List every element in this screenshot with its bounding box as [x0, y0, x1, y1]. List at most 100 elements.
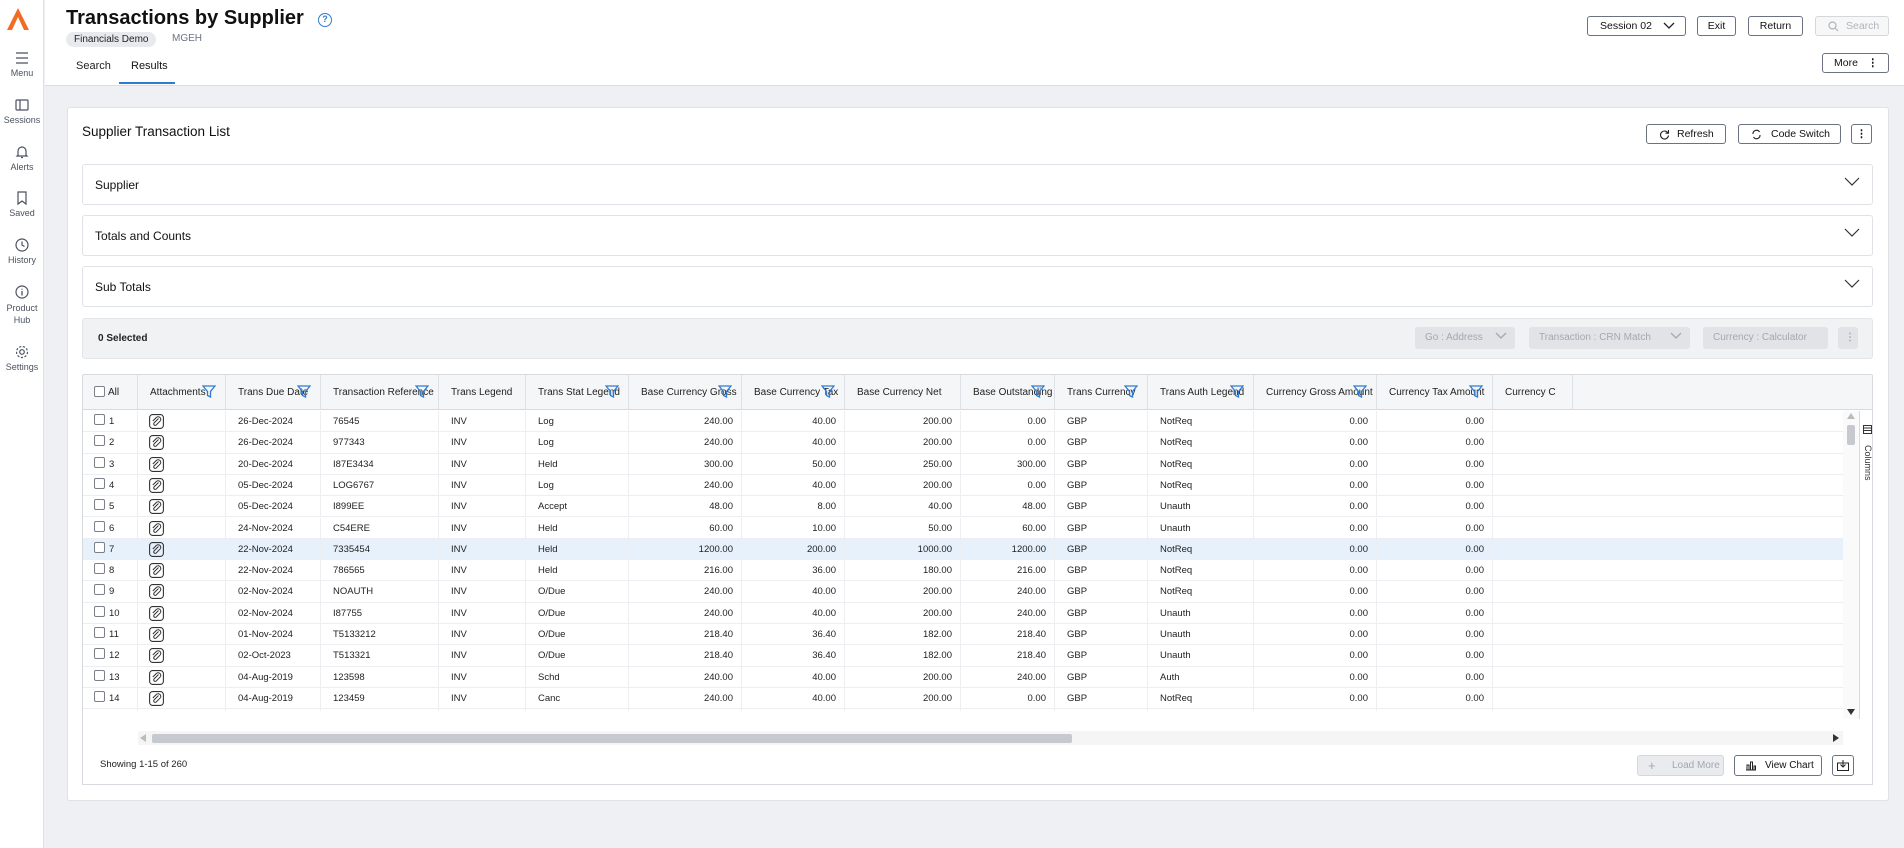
filter-icon[interactable] [1031, 385, 1045, 398]
table-row[interactable]: 10 02-Nov-2024 I87755 INV O/Due 240.00 40.00 20… [83, 602, 1843, 624]
accordion-totals-and-counts[interactable]: Totals and Counts [82, 215, 1873, 256]
nav-sessions[interactable]: Sessions [0, 97, 44, 125]
table-row[interactable]: 5 05-Dec-2024 I899EE INV Accept 48.00 8.00 40.0… [83, 496, 1843, 518]
select-all-checkbox[interactable] [94, 386, 105, 397]
app-logo[interactable] [5, 6, 31, 32]
export-button[interactable] [1832, 755, 1854, 776]
paperclip-icon[interactable] [149, 456, 164, 472]
table-row[interactable]: 3 20-Dec-2024 I87E3434 INV Held 300.00 50.00 25… [83, 453, 1843, 475]
tab-results[interactable]: Results [131, 60, 168, 72]
nav-product-hub[interactable]: Product Hub [0, 284, 44, 326]
horizontal-scroll-thumb[interactable] [152, 734, 1072, 743]
filter-icon[interactable] [297, 385, 311, 398]
table-row[interactable]: 2 26-Dec-2024 977343 INV Log 240.00 40.00 200.0… [83, 432, 1843, 454]
paperclip-icon[interactable] [149, 435, 164, 451]
table-row[interactable]: 13 04-Aug-2019 123598 INV Schd 240.00 40.00 200… [83, 666, 1843, 688]
row-checkbox[interactable] [94, 563, 105, 575]
column-header-base-currency-net[interactable]: Base Currency Net [845, 375, 961, 410]
table-row[interactable]: 11 01-Nov-2024 T5133212 INV O/Due 218.40 36.40… [83, 624, 1843, 646]
column-header-all[interactable]: All [83, 375, 138, 410]
row-checkbox[interactable] [94, 541, 105, 553]
columns-side-panel-toggle[interactable]: Columns [1859, 411, 1872, 719]
column-header-base-currency-gross[interactable]: Base Currency Gross [629, 375, 742, 410]
filter-icon[interactable] [821, 385, 835, 398]
help-icon[interactable]: ? [318, 13, 332, 27]
toolbar-kebab-button[interactable]: ⋮ [1838, 327, 1858, 349]
nav-menu[interactable]: Menu [0, 50, 44, 78]
paperclip-icon[interactable] [149, 627, 164, 642]
column-header-currency-gross-amount[interactable]: Currency Gross Amount [1254, 375, 1377, 410]
table-row[interactable]: 7 22-Nov-2024 7335454 INV Held 1200.00 200.00 1… [83, 538, 1843, 561]
crn-match-button[interactable]: Transaction : CRN Match [1529, 327, 1690, 349]
paperclip-icon[interactable] [149, 584, 164, 600]
paperclip-icon[interactable] [149, 690, 164, 706]
nav-alerts[interactable]: Alerts [0, 144, 44, 172]
paperclip-icon[interactable] [149, 605, 164, 621]
paperclip-icon[interactable] [149, 414, 164, 429]
row-checkbox[interactable] [94, 584, 105, 596]
column-header-trans-auth-legend[interactable]: Trans Auth Legend [1148, 375, 1254, 410]
row-checkbox[interactable] [94, 669, 105, 681]
row-checkbox[interactable] [94, 648, 105, 660]
filter-icon[interactable] [1230, 385, 1244, 398]
column-header-trans-currency[interactable]: Trans Currency [1055, 375, 1148, 410]
row-checkbox[interactable] [94, 627, 105, 638]
row-checkbox[interactable] [94, 456, 105, 468]
scroll-down-icon[interactable] [1847, 709, 1855, 715]
exit-button[interactable]: Exit [1697, 16, 1736, 36]
filter-icon[interactable] [605, 385, 619, 398]
filter-icon[interactable] [415, 385, 429, 398]
column-header-trans-stat-legend[interactable]: Trans Stat Legend [526, 375, 629, 410]
nav-history[interactable]: History [0, 237, 44, 265]
table-row[interactable]: 14 04-Aug-2019 123459 INV Canc 240.00 40.00 200… [83, 687, 1843, 710]
paperclip-icon[interactable] [149, 499, 164, 515]
paperclip-icon[interactable] [149, 563, 164, 579]
column-header-currency-tax-amount[interactable]: Currency Tax Amount [1377, 375, 1493, 410]
nav-saved[interactable]: Saved [0, 190, 44, 218]
session-select[interactable]: Session 02 [1587, 16, 1686, 36]
table-row[interactable]: 9 02-Nov-2024 NOAUTH INV O/Due 240.00 40.00 200… [83, 581, 1843, 603]
column-header-base-outstanding[interactable]: Base Outstanding [961, 375, 1055, 410]
vertical-scroll-thumb[interactable] [1847, 425, 1855, 445]
paperclip-icon[interactable] [149, 477, 164, 493]
column-header-trans-due-date[interactable]: Trans Due Date [226, 375, 321, 410]
table-row[interactable]: 6 24-Nov-2024 C54ERE INV Held 60.00 10.00 50.00… [83, 517, 1843, 539]
filter-icon[interactable] [1124, 385, 1138, 398]
row-checkbox[interactable] [94, 520, 105, 532]
paperclip-icon[interactable] [149, 648, 164, 664]
more-button[interactable]: More ⋮ [1822, 53, 1889, 73]
table-row[interactable]: 1 26-Dec-2024 76545 INV Log 240.00 40.00 200.00… [83, 411, 1843, 433]
scroll-right-icon[interactable] [1833, 734, 1839, 742]
paperclip-icon[interactable] [149, 520, 164, 536]
calculator-button[interactable]: Currency : Calculator [1703, 327, 1828, 349]
table-row[interactable]: 1526-Oct-2024I866223INVO/Due240.0040.002… [83, 709, 1843, 711]
row-checkbox[interactable] [94, 690, 105, 702]
tab-search[interactable]: Search [76, 60, 111, 72]
return-button[interactable]: Return [1748, 16, 1803, 36]
filter-icon[interactable] [718, 385, 732, 398]
table-row[interactable]: 4 05-Dec-2024 LOG6767 INV Log 240.00 40.00 200.… [83, 474, 1843, 497]
refresh-button[interactable]: Refresh [1646, 124, 1726, 144]
column-header-trans-legend[interactable]: Trans Legend [439, 375, 526, 410]
table-row[interactable]: 8 22-Nov-2024 786565 INV Held 216.00 36.00 180.… [83, 560, 1843, 582]
load-more-button[interactable]: + Load More [1637, 755, 1724, 776]
row-checkbox[interactable] [94, 414, 105, 425]
view-chart-button[interactable]: View Chart [1734, 755, 1822, 776]
vertical-scrollbar[interactable] [1843, 411, 1859, 719]
search-button[interactable]: Search [1815, 16, 1889, 36]
row-checkbox[interactable] [94, 435, 105, 447]
panel-kebab-button[interactable]: ⋮ [1851, 124, 1872, 144]
code-switch-button[interactable]: Code Switch [1738, 124, 1841, 144]
scroll-left-icon[interactable] [140, 734, 146, 742]
scroll-up-icon[interactable] [1847, 413, 1855, 419]
filter-icon[interactable] [1353, 385, 1367, 398]
nav-settings[interactable]: Settings [0, 344, 44, 372]
column-header-transaction-reference[interactable]: Transaction Reference [321, 375, 439, 410]
paperclip-icon[interactable] [149, 541, 164, 557]
column-header-attachments[interactable]: Attachments [138, 375, 226, 410]
table-row[interactable]: 12 02-Oct-2023 T513321 INV O/Due 218.40 36.40 1… [83, 645, 1843, 667]
filter-icon[interactable] [202, 385, 216, 398]
column-header-currency-c[interactable]: Currency C [1493, 375, 1573, 410]
accordion-sub-totals[interactable]: Sub Totals [82, 266, 1873, 307]
row-checkbox[interactable] [94, 499, 105, 511]
